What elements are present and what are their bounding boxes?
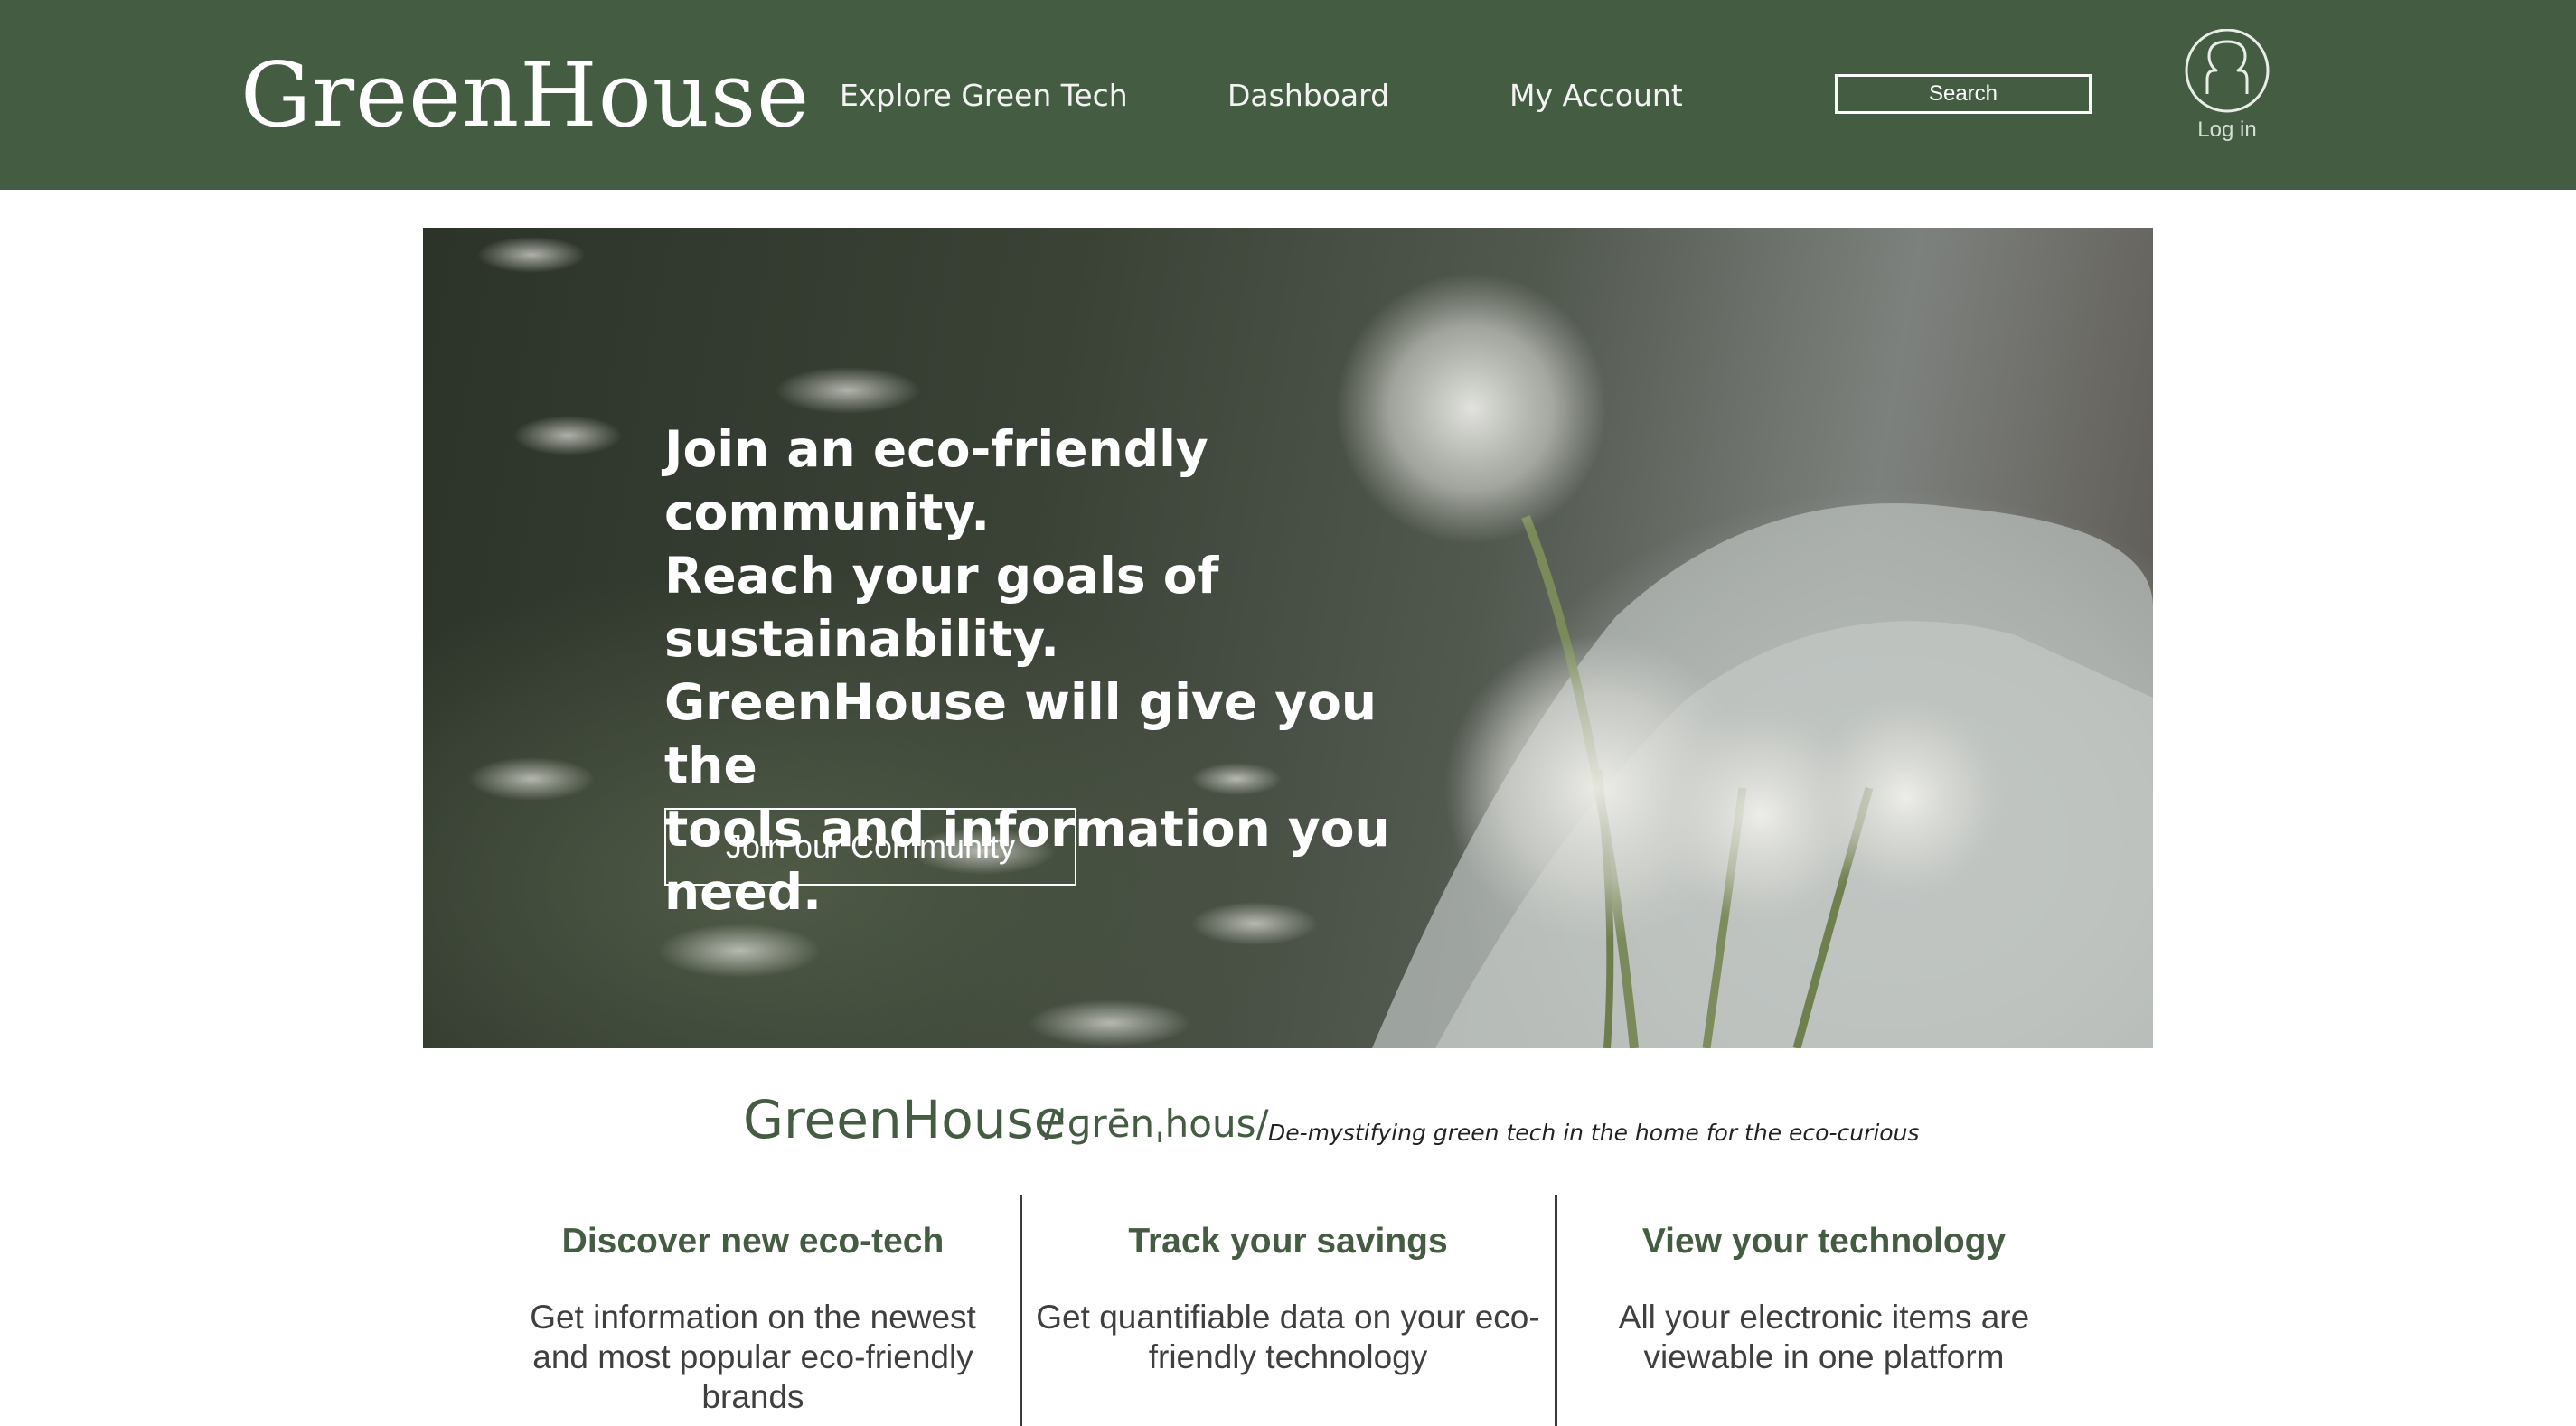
login-button[interactable]: Log in bbox=[2182, 29, 2272, 151]
feature-text: Get information on the newest and most p… bbox=[530, 1299, 976, 1415]
feature-divider bbox=[1555, 1195, 1557, 1426]
hero-line: sustainability. bbox=[664, 610, 1060, 668]
site-header: GreenHouse Explore Green Tech Dashboard … bbox=[0, 0, 2576, 190]
user-icon bbox=[2185, 29, 2270, 113]
feature-text: All your electronic items are viewable i… bbox=[1618, 1299, 2030, 1375]
join-community-button[interactable]: Join our Community bbox=[664, 808, 1076, 886]
nav-explore-green-tech[interactable]: Explore Green Tech bbox=[840, 74, 1128, 117]
feature-title: View your technology bbox=[1641, 1222, 2007, 1261]
definition-tagline: De-mystifying green tech in the home for… bbox=[1268, 1120, 1920, 1146]
hero-line: Reach your goals of bbox=[664, 547, 1219, 605]
hero-banner: Join an eco-friendly community. Reach yo… bbox=[423, 228, 2153, 1048]
hero-line: Join an eco-friendly bbox=[664, 420, 1208, 478]
feature-title: Discover new eco-tech bbox=[561, 1222, 945, 1261]
hero-line: community. bbox=[664, 483, 991, 541]
feature-text: Get quantifiable data on your eco-friend… bbox=[1036, 1299, 1540, 1375]
feature-title: Track your savings bbox=[1128, 1222, 1448, 1261]
feature-divider bbox=[1020, 1195, 1022, 1426]
feature-technology: View your technology All your electronic… bbox=[1571, 1216, 2077, 1377]
definition-word: GreenHouse bbox=[743, 1089, 1067, 1150]
nav-dashboard[interactable]: Dashboard bbox=[1227, 74, 1389, 117]
feature-discover: Discover new eco-tech Get information on… bbox=[500, 1216, 1006, 1417]
search-input[interactable]: Search bbox=[1835, 74, 2092, 114]
definition-phonetic: /ˈɡrēnˌhous/ bbox=[1044, 1102, 1269, 1146]
nav-my-account[interactable]: My Account bbox=[1509, 74, 1683, 117]
site-logo[interactable]: GreenHouse bbox=[240, 42, 810, 150]
hero-line: GreenHouse will give you the bbox=[664, 673, 1377, 794]
feature-savings: Track your savings Get quantifiable data… bbox=[1035, 1216, 1541, 1377]
login-label: Log in bbox=[2197, 117, 2257, 142]
